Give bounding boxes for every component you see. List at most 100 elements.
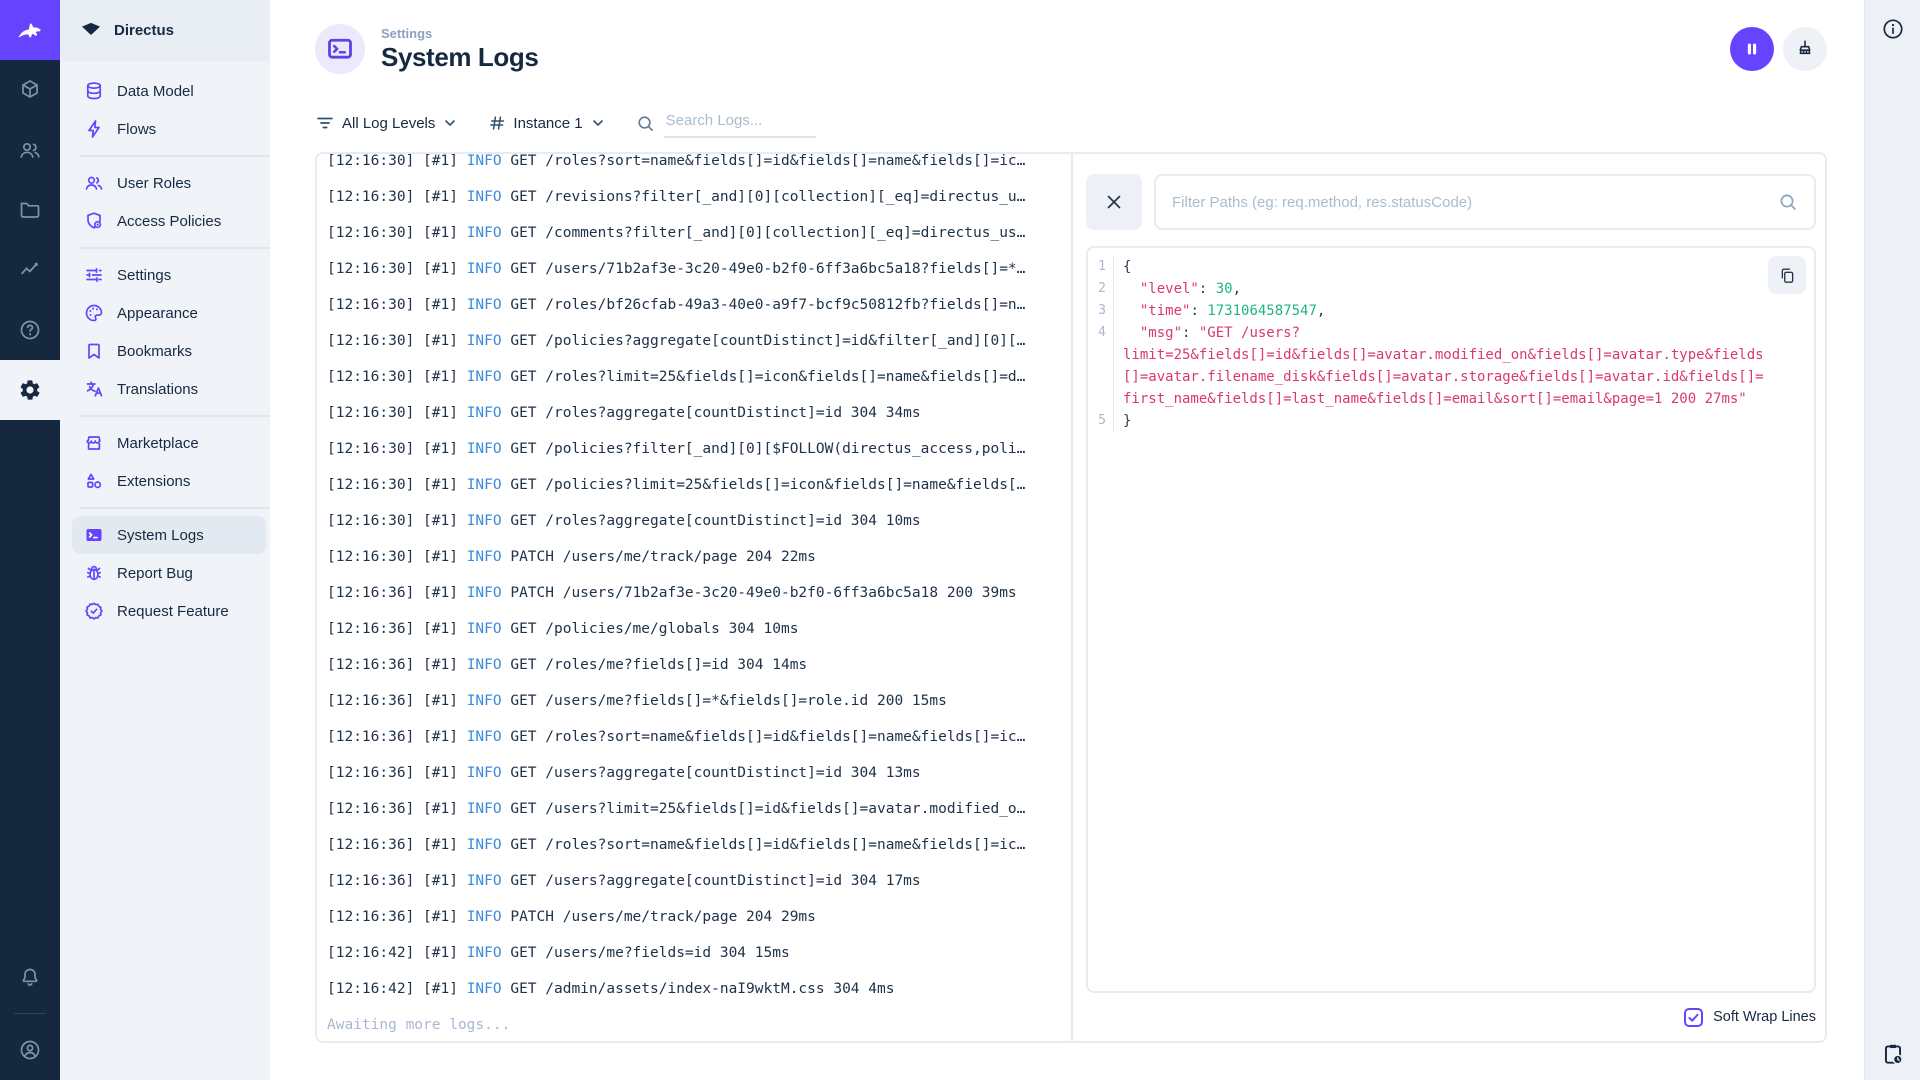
pause-logs-button[interactable] xyxy=(1730,27,1774,71)
nav-item-report-bug[interactable]: Report Bug xyxy=(60,554,270,592)
log-row[interactable]: [12:16:30] [#1] INFO PATCH /users/me/tra… xyxy=(327,539,1061,575)
soft-wrap-checkbox[interactable] xyxy=(1684,1007,1704,1027)
log-row[interactable]: [12:16:30] [#1] INFO GET /roles/bf26cfab… xyxy=(327,287,1061,323)
log-message: GET /users?aggregate[countDistinct]=id 3… xyxy=(501,765,921,781)
user-menu-button[interactable] xyxy=(0,1020,60,1080)
log-list: [12:16:30] [#1] INFO GET /roles?sort=nam… xyxy=(327,154,1061,1007)
log-row[interactable]: [12:16:36] [#1] INFO PATCH /users/me/tra… xyxy=(327,899,1061,935)
search-logs-input[interactable] xyxy=(663,108,816,138)
project-shield-icon xyxy=(80,20,102,42)
log-meta: [12:16:36] [#1] xyxy=(327,585,467,601)
activity-log-button[interactable] xyxy=(1880,1041,1906,1067)
log-message: GET /comments?filter[_and][0][collection… xyxy=(501,225,1026,241)
log-message: GET /users?aggregate[countDistinct]=id 3… xyxy=(501,873,921,889)
module-insights[interactable] xyxy=(0,240,60,300)
module-help[interactable] xyxy=(0,300,60,360)
log-meta: [12:16:36] [#1] xyxy=(327,909,467,925)
clear-logs-button[interactable] xyxy=(1783,27,1827,71)
log-meta: [12:16:30] [#1] xyxy=(327,405,467,421)
nav-item-data-model[interactable]: Data Model xyxy=(60,72,270,110)
log-row[interactable]: [12:16:36] [#1] INFO GET /users?aggregat… xyxy=(327,755,1061,791)
nav-item-flows[interactable]: Flows xyxy=(60,110,270,148)
nav-item-translations[interactable]: Translations xyxy=(60,370,270,408)
shield-icon xyxy=(84,211,104,231)
log-meta: [12:16:30] [#1] xyxy=(327,549,467,565)
log-row[interactable]: [12:16:42] [#1] INFO GET /admin/assets/i… xyxy=(327,971,1061,1007)
log-level: INFO xyxy=(466,693,502,709)
clipboard-clock-icon xyxy=(1880,1041,1906,1067)
log-row[interactable]: [12:16:36] [#1] INFO GET /users?aggregat… xyxy=(327,863,1061,899)
line-number: 2 xyxy=(1088,278,1114,300)
log-level: INFO xyxy=(466,837,502,853)
filter-paths-input[interactable] xyxy=(1172,193,1768,211)
log-row[interactable]: [12:16:36] [#1] INFO GET /users/me?field… xyxy=(327,683,1061,719)
log-row[interactable]: [12:16:30] [#1] INFO GET /roles?sort=nam… xyxy=(327,154,1061,179)
module-settings[interactable] xyxy=(0,360,60,420)
log-row[interactable]: [12:16:30] [#1] INFO GET /roles?limit=25… xyxy=(327,359,1061,395)
nav-item-label: Report Bug xyxy=(117,564,193,582)
log-row[interactable]: [12:16:30] [#1] INFO GET /comments?filte… xyxy=(327,215,1061,251)
log-row[interactable]: [12:16:42] [#1] INFO GET /users/me?field… xyxy=(327,935,1061,971)
log-row[interactable]: [12:16:30] [#1] INFO GET /policies?filte… xyxy=(327,431,1061,467)
log-row[interactable]: [12:16:36] [#1] INFO GET /roles/me?field… xyxy=(327,647,1061,683)
log-row[interactable]: [12:16:30] [#1] INFO GET /roles?aggregat… xyxy=(327,503,1061,539)
nav-item-label: Marketplace xyxy=(117,434,199,452)
log-row[interactable]: [12:16:30] [#1] INFO GET /users/71b2af3e… xyxy=(327,251,1061,287)
log-row[interactable]: [12:16:36] [#1] INFO PATCH /users/71b2af… xyxy=(327,575,1061,611)
log-row[interactable]: [12:16:36] [#1] INFO GET /users?limit=25… xyxy=(327,791,1061,827)
copy-icon xyxy=(1778,266,1797,285)
nav-item-request-feature[interactable]: Request Feature xyxy=(60,592,270,630)
nav-item-bookmarks[interactable]: Bookmarks xyxy=(60,332,270,370)
instance-filter-label: Instance 1 xyxy=(513,114,583,132)
log-row[interactable]: [12:16:36] [#1] INFO GET /roles?sort=nam… xyxy=(327,719,1061,755)
log-row[interactable]: [12:16:30] [#1] INFO GET /policies?aggre… xyxy=(327,323,1061,359)
search-icon xyxy=(636,114,655,133)
module-content[interactable] xyxy=(0,60,60,120)
log-row[interactable]: [12:16:30] [#1] INFO GET /policies?limit… xyxy=(327,467,1061,503)
line-number: 3 xyxy=(1088,300,1114,322)
toolbar: All Log Levels Instance 1 xyxy=(315,108,1827,138)
module-rail xyxy=(0,0,60,1080)
nav-item-system-logs[interactable]: System Logs xyxy=(72,516,266,554)
nav-item-appearance[interactable]: Appearance xyxy=(60,294,270,332)
pause-icon xyxy=(1742,39,1762,59)
info-button[interactable] xyxy=(1881,17,1905,41)
nav-item-extensions[interactable]: Extensions xyxy=(60,462,270,500)
log-row[interactable]: [12:16:30] [#1] INFO GET /roles?aggregat… xyxy=(327,395,1061,431)
log-level-filter[interactable]: All Log Levels xyxy=(315,113,458,133)
log-message: GET /roles/bf26cfab-49a3-40e0-a9f7-bcf9c… xyxy=(501,297,1026,313)
log-meta: [12:16:42] [#1] xyxy=(327,945,467,961)
info-icon xyxy=(1881,17,1905,41)
line-number xyxy=(1088,344,1114,366)
user-roles-icon xyxy=(84,173,104,193)
palette-icon xyxy=(84,303,104,323)
log-level: INFO xyxy=(466,513,502,529)
code-line: 1{ xyxy=(1088,256,1814,278)
log-row[interactable]: [12:16:30] [#1] INFO GET /revisions?filt… xyxy=(327,179,1061,215)
module-files[interactable] xyxy=(0,180,60,240)
nav-divider xyxy=(80,247,270,249)
chevron-down-icon xyxy=(442,115,458,131)
module-users[interactable] xyxy=(0,120,60,180)
directus-logo[interactable] xyxy=(0,0,60,60)
log-row[interactable]: [12:16:36] [#1] INFO GET /policies/me/gl… xyxy=(327,611,1061,647)
rabbit-icon xyxy=(13,13,47,47)
filter-paths-box xyxy=(1154,174,1816,230)
log-row[interactable]: [12:16:36] [#1] INFO GET /roles?sort=nam… xyxy=(327,827,1061,863)
nav-item-label: Data Model xyxy=(117,82,194,100)
log-meta: [12:16:36] [#1] xyxy=(327,765,467,781)
log-message: GET /users/me?fields=id 304 15ms xyxy=(501,945,790,961)
nav-item-settings[interactable]: Settings xyxy=(60,256,270,294)
copy-button[interactable] xyxy=(1768,256,1806,294)
nav-item-label: Translations xyxy=(117,380,199,398)
notifications-button[interactable] xyxy=(0,947,60,1007)
nav-item-user-roles[interactable]: User Roles xyxy=(60,164,270,202)
log-message: GET /users/me?fields[]=*&fields[]=role.i… xyxy=(501,693,947,709)
terminal-badge-icon xyxy=(326,35,354,63)
nav-item-access-policies[interactable]: Access Policies xyxy=(60,202,270,240)
project-header[interactable]: Directus xyxy=(60,0,270,61)
nav-item-marketplace[interactable]: Marketplace xyxy=(60,424,270,462)
close-detail-button[interactable] xyxy=(1086,174,1142,230)
instance-filter[interactable]: Instance 1 xyxy=(488,114,605,132)
log-meta: [12:16:30] [#1] xyxy=(327,189,467,205)
